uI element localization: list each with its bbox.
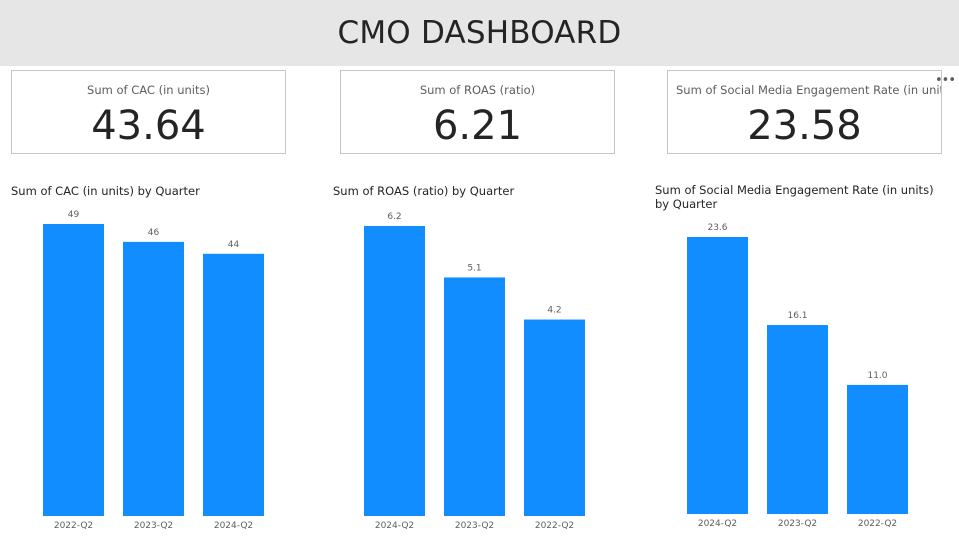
bar-2022-Q2[interactable]: [847, 384, 908, 514]
data-label: 23.6: [707, 223, 727, 233]
bar-2023-Q2[interactable]: [767, 325, 828, 514]
x-tick-label: 2023-Q2: [778, 519, 817, 529]
x-tick-label: 2022-Q2: [858, 519, 897, 529]
x-tick-label: 2024-Q2: [698, 519, 737, 529]
data-label: 11.0: [867, 371, 887, 381]
bar-chart-engagement: 23.6 2024-Q2 16.1 2023-Q2 11.0 2022-Q2: [687, 223, 908, 529]
bar-2024-Q2[interactable]: [687, 237, 748, 514]
data-label: 16.1: [787, 311, 807, 321]
